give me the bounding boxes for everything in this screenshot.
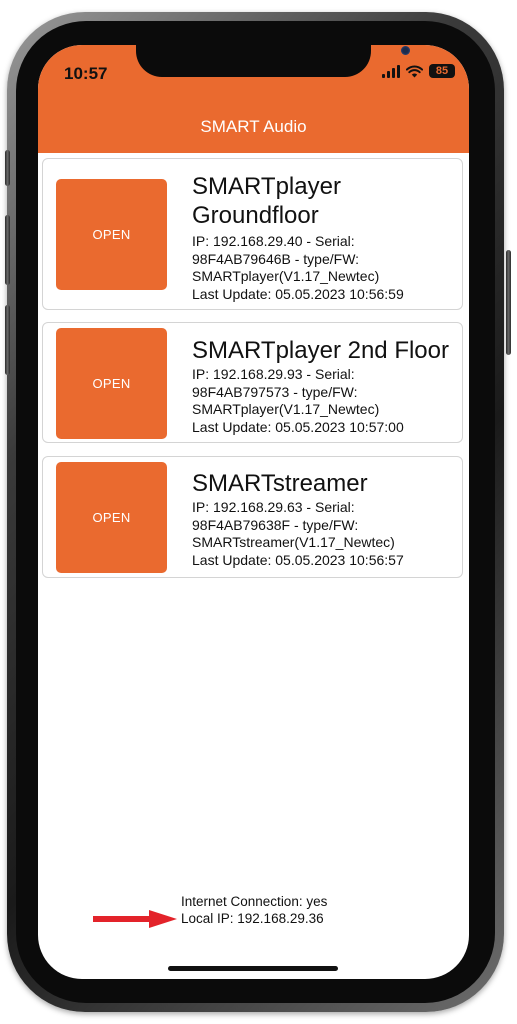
battery-icon: 85 (429, 64, 455, 78)
local-ip: Local IP: 192.168.29.36 (181, 911, 324, 926)
side-button-left-3 (5, 305, 10, 375)
device-card: OPEN SMARTplayer 2nd Floor IP: 192.168.2… (42, 322, 463, 443)
internet-status: Internet Connection: yes (181, 894, 328, 909)
device-info: IP: 192.168.29.93 - Serial: 98F4AB797573… (192, 366, 404, 435)
device-name: SMARTplayer 2nd Floor (192, 337, 449, 364)
open-button[interactable]: OPEN (56, 328, 167, 439)
open-button[interactable]: OPEN (56, 462, 167, 573)
open-button[interactable]: OPEN (56, 179, 167, 290)
app-title: SMART Audio (200, 117, 307, 136)
device-info: IP: 192.168.29.40 - Serial: 98F4AB79646B… (192, 233, 404, 302)
notch (136, 45, 410, 77)
wifi-icon (406, 65, 423, 77)
device-card: OPEN SMARTplayer Groundfloor IP: 192.168… (42, 158, 463, 310)
signal-icon (382, 64, 400, 78)
arrow-annotation-icon (93, 910, 177, 928)
device-name: SMARTplayer Groundfloor (192, 173, 341, 229)
status-time: 10:57 (64, 64, 108, 83)
connection-footer: Internet Connection: yes Local IP: 192.1… (181, 893, 327, 927)
side-button-right (506, 250, 511, 355)
side-button-left-1 (5, 150, 10, 186)
side-button-left-2 (5, 215, 10, 285)
status-icons: 85 (382, 64, 455, 78)
device-info: IP: 192.168.29.63 - Serial: 98F4AB79638F… (192, 499, 404, 568)
device-name: SMARTstreamer (192, 470, 368, 497)
home-indicator (168, 966, 338, 971)
device-card: OPEN SMARTstreamer IP: 192.168.29.63 - S… (42, 456, 463, 578)
app-header: 10:57 85 SMART Audio (38, 45, 469, 153)
app-screen: 10:57 85 SMART Audio OPEN SMARTplayer Gr… (38, 45, 469, 979)
camera-icon (401, 46, 410, 55)
